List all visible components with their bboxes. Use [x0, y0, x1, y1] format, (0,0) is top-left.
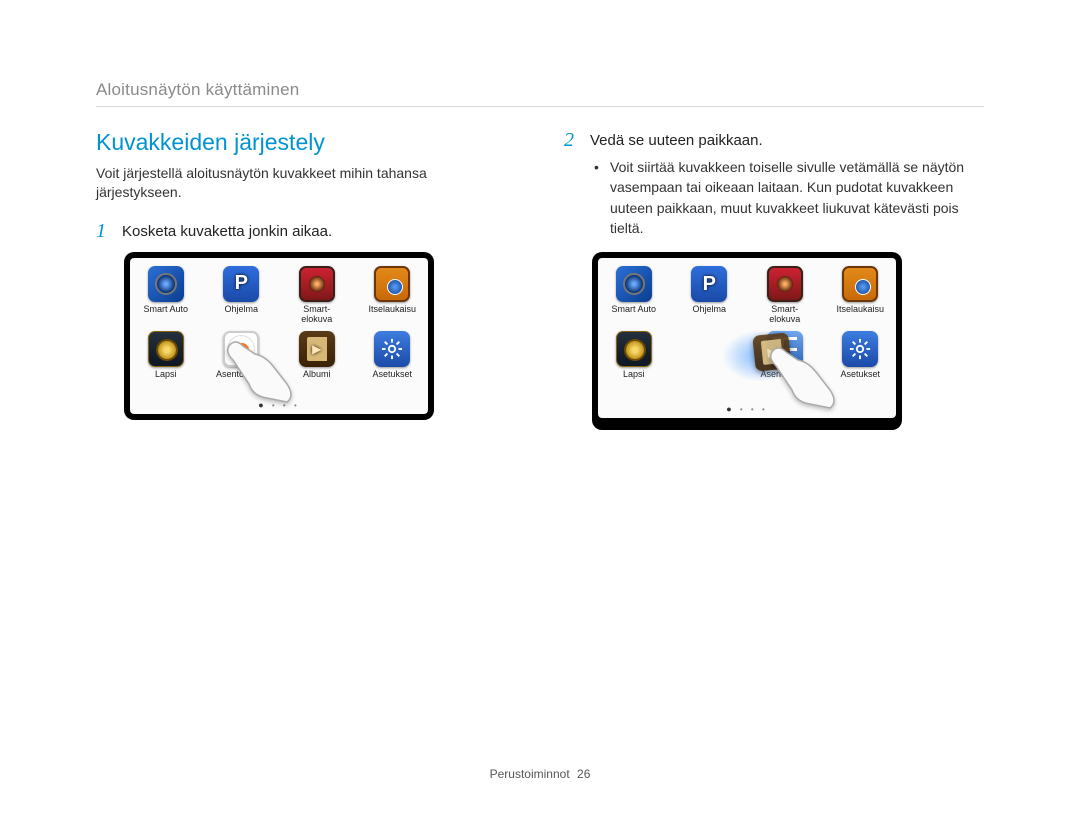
smart-auto-icon: [148, 266, 184, 302]
self-timer-icon: [374, 266, 410, 302]
app-label: Smart-elokuva: [759, 305, 811, 325]
smart-auto-icon: [616, 266, 652, 302]
program-icon: [223, 266, 259, 302]
step-text: Vedä se uuteen paikkaan.: [590, 129, 763, 151]
bullet-dot-icon: •: [594, 157, 602, 238]
app-label: Asento-op...: [759, 370, 811, 390]
pose-guide-icon: [223, 331, 259, 367]
settings-icon: [842, 331, 878, 367]
app-label: Asetukset: [367, 370, 419, 390]
pager-dots: ● • • •: [598, 404, 896, 414]
step-text: Kosketa kuvaketta jonkin aikaa.: [122, 220, 332, 242]
bullet-text: Voit siirtää kuvakkeen toiselle sivulle …: [610, 157, 984, 238]
left-column: Kuvakkeiden järjestely Voit järjestellä …: [96, 129, 516, 430]
empty-slot: [691, 331, 727, 367]
section-heading: Kuvakkeiden järjestely: [96, 129, 516, 156]
settings-icon: [374, 331, 410, 367]
app-label: Lapsi: [140, 370, 192, 390]
kids-icon: [148, 331, 184, 367]
program-icon: [691, 266, 727, 302]
intro-text: Voit järjestellä aloitusnäytön kuvakkeet…: [96, 164, 516, 202]
step-1: 1 Kosketa kuvaketta jonkin aikaa.: [96, 220, 516, 242]
kids-icon: [616, 331, 652, 367]
right-column: 2 Vedä se uuteen paikkaan. • Voit siirtä…: [564, 129, 984, 430]
device-screenshot-2: Smart Auto Ohjelma Smart-elokuva Itselau…: [592, 252, 902, 430]
footer-section: Perustoiminnot: [490, 767, 570, 781]
page-number: 26: [577, 767, 590, 781]
app-label: Smart Auto: [608, 305, 660, 325]
page-footer: Perustoiminnot 26: [0, 767, 1080, 781]
app-label: Ohjelma: [216, 305, 268, 325]
pager-dots: ● • • •: [130, 400, 428, 410]
app-label: Asento-opas: [216, 370, 268, 390]
app-label: Ohjelma: [684, 305, 736, 325]
smart-movie-icon: [767, 266, 803, 302]
step-2: 2 Vedä se uuteen paikkaan.: [564, 129, 984, 151]
app-label: Albumi: [291, 370, 343, 390]
app-label: Smart Auto: [140, 305, 192, 325]
app-label: Smart-elokuva: [291, 305, 343, 325]
app-label: Itselaukaisu: [367, 305, 419, 325]
dragged-album-icon: [752, 332, 792, 372]
app-label: Lapsi: [608, 370, 660, 390]
device-screenshot-1: Smart Auto Ohjelma Smart-elokuva Itselau…: [124, 252, 434, 420]
app-label: Itselaukaisu: [835, 305, 887, 325]
self-timer-icon: [842, 266, 878, 302]
step-number: 1: [96, 220, 112, 242]
smart-movie-icon: [299, 266, 335, 302]
step-2-bullet: • Voit siirtää kuvakkeen toiselle sivull…: [594, 157, 984, 238]
breadcrumb: Aloitusnäytön käyttäminen: [96, 80, 984, 107]
step-number: 2: [564, 129, 580, 151]
app-label: [684, 370, 736, 390]
album-icon: [299, 331, 335, 367]
app-label: Asetukset: [835, 370, 887, 390]
